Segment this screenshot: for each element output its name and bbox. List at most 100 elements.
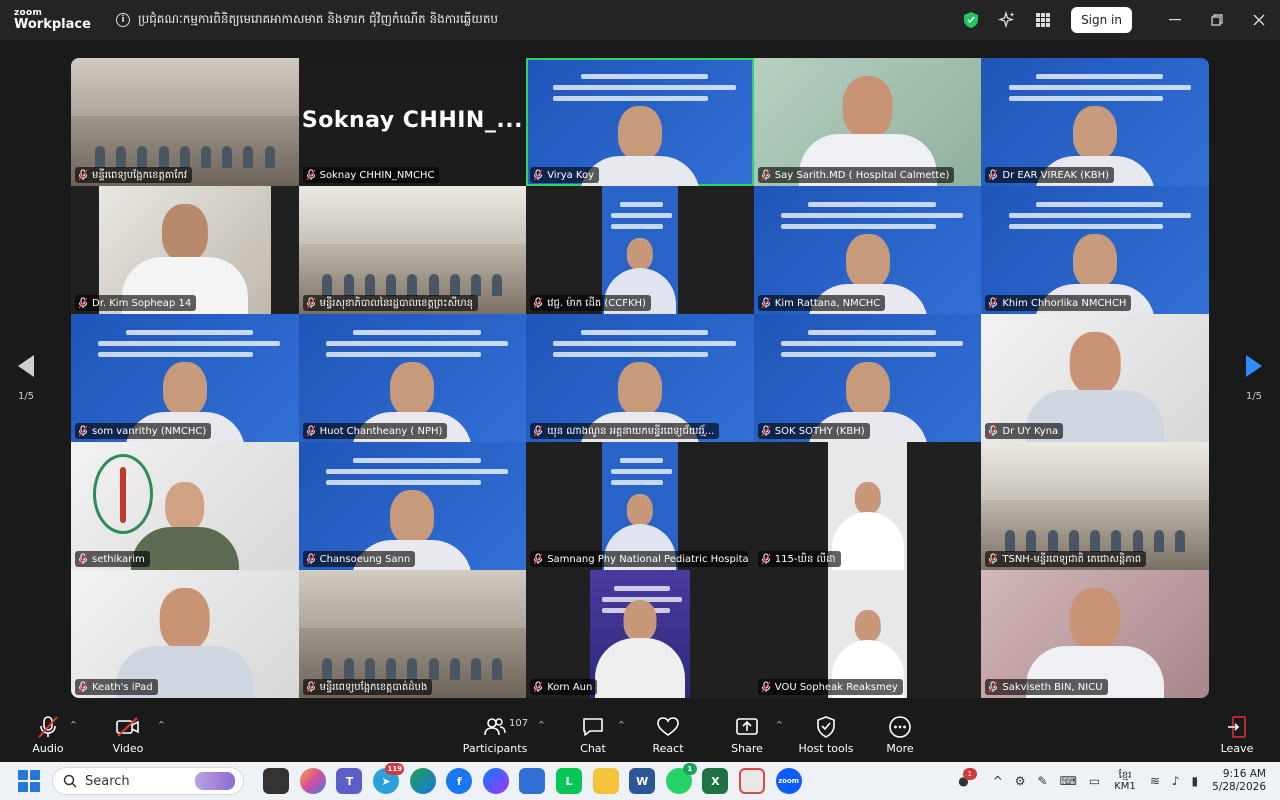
chat-button[interactable]: Chat [576, 706, 610, 762]
next-page-button[interactable]: 1/5 [1228, 337, 1280, 419]
participants-button[interactable]: Participants [463, 706, 527, 762]
battery-icon[interactable]: ▮ [1192, 774, 1199, 788]
close-button[interactable] [1238, 0, 1280, 40]
participant-tile[interactable]: VOU Sopheak Reaksmey [753, 570, 982, 698]
audio-options-caret-icon[interactable]: ^ [70, 720, 77, 729]
participant-tile[interactable]: Korn Aun [526, 570, 754, 698]
participant-tile[interactable]: SOK SOTHY (KBH) [753, 314, 982, 442]
windows-start-icon[interactable] [18, 770, 40, 792]
keyboard-icon[interactable]: ⌨ [1060, 774, 1077, 788]
participant-tile[interactable]: Khim Chhorlika NMCHCH [981, 186, 1209, 314]
taskbar-apps: T ➤ 119 f L W 1 X zoom [258, 763, 807, 794]
participant-tile[interactable]: TSNH-មន្ទីរពេទ្យជាតិ តេជោសន្តិភាព [981, 442, 1209, 570]
host-tools-button[interactable]: Host tools [798, 706, 854, 762]
taskbar-search-box[interactable]: Search [52, 767, 244, 795]
participant-tile[interactable]: Dr EAR VIREAK (KBH) [981, 58, 1209, 186]
mic-muted-icon [761, 297, 771, 309]
participant-tile[interactable]: Say Sarith.MD ( Hospital Calmette) [753, 58, 982, 186]
microsoft-store-icon[interactable] [519, 768, 546, 794]
chat-options-caret-icon[interactable]: ^ [618, 720, 625, 729]
encryption-shield-icon[interactable] [955, 4, 987, 36]
mic-muted-icon [761, 169, 771, 181]
network-settings-icon[interactable]: ⚙ [1015, 774, 1026, 788]
participants-options-caret-icon[interactable]: ^ [538, 720, 545, 729]
participant-tile[interactable]: Chansoeung Sann [298, 442, 527, 570]
telegram-icon[interactable]: ➤ 119 [373, 763, 405, 794]
word-icon[interactable]: W [629, 768, 656, 794]
participant-tile[interactable]: 115-ឃិន លីដា [753, 442, 982, 570]
line-icon[interactable]: L [556, 768, 583, 794]
participant-tile[interactable]: វេជ្ជ. ម៉ាក ដើត (CCFKH) [526, 186, 754, 314]
excel-icon[interactable]: X [702, 768, 729, 794]
participant-name: Dr EAR VIREAK (KBH) [1002, 169, 1110, 181]
react-button[interactable]: React [650, 706, 686, 762]
participant-tile[interactable]: មន្ទីរសុខាភិបាលនៃរដ្ឋបាលខេត្តព្រះសីហនុ [298, 186, 527, 314]
clock-date: 5/28/2026 [1212, 781, 1266, 793]
previous-page-button[interactable]: 1/5 [0, 337, 52, 419]
room-attendees-graphic [317, 650, 508, 680]
participant-tile[interactable]: Virya Koy [526, 58, 754, 186]
participant-figure [594, 600, 685, 698]
restore-button[interactable] [1196, 0, 1238, 40]
meeting-info-icon[interactable]: i [116, 13, 130, 27]
video-options-caret-icon[interactable]: ^ [158, 720, 165, 729]
participant-name-label: ឃុន ណាងណូន អគ្គនាយកមន្ទីរពេទ្យជ័យវរ្ម័..… [530, 423, 720, 439]
messenger-icon[interactable] [482, 768, 509, 794]
share-button[interactable]: Share [729, 706, 765, 762]
participant-tile[interactable]: Kim Rattana, NMCHC [753, 186, 982, 314]
participant-name: Huot Chantheany ( NPH) [319, 425, 443, 437]
search-highlight-decoration [195, 772, 235, 790]
page-indicator-left: 1/5 [17, 390, 35, 402]
notification-app-icon[interactable]: ● 1 [958, 768, 977, 788]
wifi-icon[interactable]: ≋ [1150, 774, 1160, 788]
participant-name: Korn Aun [547, 681, 593, 693]
participant-tile[interactable]: Soknay CHHIN_... Soknay CHHIN_NMCHC [298, 58, 527, 186]
input-language-indicator[interactable]: ខ្មែរ KM1 [1114, 770, 1136, 793]
participant-name: Say Sarith.MD ( Hospital Calmette) [774, 169, 950, 181]
ai-companion-sparkle-icon[interactable] [991, 4, 1023, 36]
participant-tile[interactable]: Samnang Phy National Pediatric Hospital [526, 442, 754, 570]
participant-tile[interactable]: Sakviseth BIN, NICU [981, 570, 1209, 698]
participant-figure [831, 482, 904, 570]
participant-tile[interactable]: som vanrithy (NMCHC) [71, 314, 299, 442]
more-button[interactable]: More [882, 706, 918, 762]
apps-grid-icon[interactable] [1027, 4, 1059, 36]
edge-icon[interactable] [409, 768, 436, 794]
file-explorer-icon[interactable] [592, 768, 619, 794]
banner-text-graphic [781, 324, 964, 363]
task-view-icon[interactable] [263, 768, 290, 794]
participant-tile[interactable]: មន្ទីរពេទ្យបង្អែកខេត្តតាកែវ [71, 58, 299, 186]
pen-icon[interactable]: ✎ [1038, 774, 1048, 788]
participant-tile[interactable]: Dr UY Kyna [981, 314, 1209, 442]
mic-muted-icon [533, 169, 543, 181]
participant-tile[interactable]: Huot Chantheany ( NPH) [298, 314, 527, 442]
whatsapp-icon[interactable]: 1 [665, 763, 697, 794]
participant-tile[interactable]: ឃុន ណាងណូន អគ្គនាយកមន្ទីរពេទ្យជ័យវរ្ម័..… [526, 314, 754, 442]
chevron-up-icon[interactable]: ^ [993, 774, 1003, 788]
share-options-caret-icon[interactable]: ^ [776, 720, 783, 729]
volume-icon[interactable]: ♪ [1172, 774, 1180, 788]
sign-in-button[interactable]: Sign in [1071, 7, 1132, 33]
mic-muted-icon [533, 681, 543, 693]
minimize-button[interactable] [1154, 0, 1196, 40]
display-icon[interactable]: ▭ [1089, 774, 1100, 788]
room-attendees-graphic [317, 266, 508, 296]
participant-tile[interactable]: Keath's iPad [71, 570, 299, 698]
participant-name-label: VOU Sopheak Reaksmey [757, 679, 903, 695]
participant-name-label: មន្ទីរសុខាភិបាលនៃរដ្ឋបាលខេត្តព្រះសីហនុ [302, 295, 478, 311]
taskbar-clock[interactable]: 9:16 AM 5/28/2026 [1212, 768, 1266, 794]
participant-tile[interactable]: Dr. Kim Sopheap 14 [71, 186, 299, 314]
participant-tile[interactable]: sethikarim [71, 442, 299, 570]
mic-muted-icon [78, 297, 88, 309]
leave-button[interactable]: Leave [1220, 706, 1254, 762]
zoom-taskbar-icon[interactable]: zoom [775, 768, 802, 794]
camera-app-icon[interactable] [739, 768, 766, 794]
audio-button[interactable]: Audio [28, 706, 68, 762]
video-button[interactable]: Video [108, 706, 148, 762]
facebook-icon[interactable]: f [446, 768, 473, 794]
participant-tile[interactable]: មន្ទីរពេទ្យបង្អែកខេត្តបាត់ដំបង [298, 570, 527, 698]
teams-icon[interactable]: T [336, 768, 363, 794]
banner-text-graphic [611, 196, 672, 235]
copilot-icon[interactable] [299, 768, 326, 794]
banner-text-graphic [1008, 196, 1191, 235]
